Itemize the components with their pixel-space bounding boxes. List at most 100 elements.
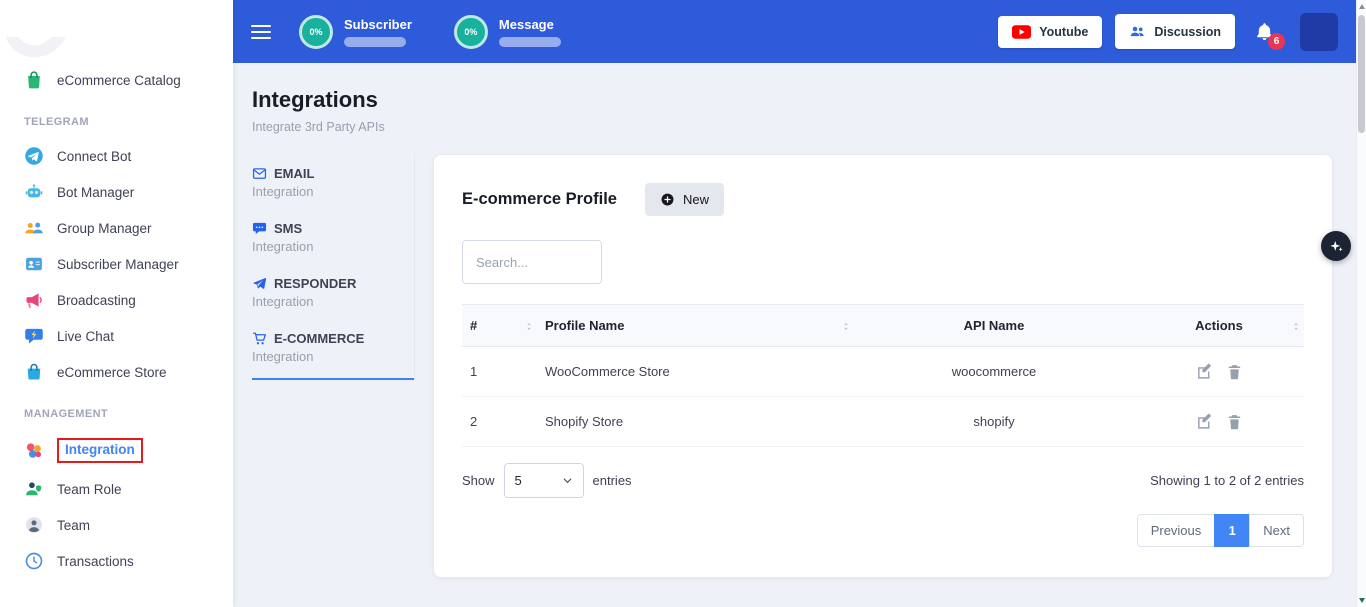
page-1-button[interactable]: 1: [1214, 514, 1250, 547]
integration-nav-subtitle: Integration: [252, 349, 414, 364]
trash-icon: [1226, 363, 1243, 380]
trash-icon: [1226, 413, 1243, 430]
api-name-cell: woocommerce: [854, 348, 1134, 395]
sidebar-item-transactions[interactable]: Transactions: [0, 543, 233, 579]
app-root: eCommerce Catalog TELEGRAM Connect Bot B…: [0, 0, 1366, 607]
sort-icon[interactable]: [1291, 320, 1302, 333]
next-page-button[interactable]: Next: [1249, 514, 1304, 547]
message-progress-circle: 0%: [454, 15, 488, 49]
sidebar-item-label: Broadcasting: [57, 293, 136, 308]
edit-button[interactable]: [1196, 363, 1213, 380]
sidebar-item-label: Transactions: [57, 554, 134, 569]
sidebar-section-management: MANAGEMENT: [24, 408, 209, 420]
scroll-down-arrow[interactable]: [1357, 594, 1366, 607]
table-header-row: # Profile Name API Name Actions: [462, 304, 1304, 347]
edit-button[interactable]: [1196, 413, 1213, 430]
team-person-icon: [24, 515, 44, 535]
delete-button[interactable]: [1226, 413, 1243, 430]
integration-nav-subtitle: Integration: [252, 239, 414, 254]
new-profile-button[interactable]: New: [645, 183, 724, 216]
sparkle-icon: [1329, 239, 1344, 254]
integration-nav-sms[interactable]: SMS Integration: [252, 221, 414, 276]
telegram-icon: [24, 146, 44, 166]
scrollbar-thumb[interactable]: [1358, 15, 1365, 133]
sidebar: eCommerce Catalog TELEGRAM Connect Bot B…: [0, 0, 233, 607]
avatar[interactable]: [1300, 13, 1338, 51]
page-size-select[interactable]: 5: [504, 463, 584, 498]
sidebar-item-label: Team: [57, 518, 90, 533]
showing-entries-text: Showing 1 to 2 of 2 entries: [1150, 473, 1304, 488]
email-icon: [252, 166, 267, 181]
actions-cell: [1134, 397, 1304, 446]
integration-nav-responder[interactable]: RESPONDER Integration: [252, 276, 414, 331]
profile-name-cell: Shopify Store: [537, 398, 854, 445]
sidebar-item-team-role[interactable]: Team Role: [0, 471, 233, 507]
pagination: Previous 1 Next: [462, 514, 1304, 547]
sms-icon: [252, 221, 267, 236]
integration-nav-title: EMAIL: [274, 166, 314, 181]
show-label: Show: [462, 473, 495, 488]
person-shield-icon: [24, 479, 44, 499]
sort-icon[interactable]: [841, 320, 852, 333]
main-content: Integrations Integrate 3rd Party APIs EM…: [233, 63, 1356, 607]
column-header-api-name[interactable]: API Name: [854, 305, 1134, 346]
notification-badge: 6: [1268, 33, 1285, 50]
sidebar-item-label: eCommerce Catalog: [57, 73, 181, 88]
subscriber-stat-skeleton: [344, 37, 406, 47]
edit-icon: [1196, 363, 1213, 380]
discussion-button[interactable]: Discussion: [1115, 14, 1235, 49]
message-stat-label: Message: [499, 17, 561, 32]
notifications-button[interactable]: 6: [1254, 21, 1275, 42]
message-stat-skeleton: [499, 37, 561, 47]
edit-icon: [1196, 413, 1213, 430]
subscriber-stat: 0% Subscriber: [299, 15, 412, 49]
sidebar-item-label: Live Chat: [57, 329, 114, 344]
api-name-cell: shopify: [854, 398, 1134, 445]
sidebar-item-team[interactable]: Team: [0, 507, 233, 543]
sort-icon[interactable]: [524, 320, 535, 333]
column-header-num[interactable]: #: [462, 305, 537, 346]
column-header-actions[interactable]: Actions: [1134, 305, 1304, 346]
delete-button[interactable]: [1226, 363, 1243, 380]
scroll-up-arrow[interactable]: [1357, 0, 1366, 13]
sidebar-item-ecommerce-store[interactable]: eCommerce Store: [0, 354, 233, 390]
subscriber-progress-circle: 0%: [299, 15, 333, 49]
cart-icon: [252, 331, 267, 346]
integration-nav-subtitle: Integration: [252, 184, 414, 199]
sidebar-item-broadcasting[interactable]: Broadcasting: [0, 282, 233, 318]
previous-page-button[interactable]: Previous: [1137, 514, 1216, 547]
new-button-label: New: [683, 192, 709, 207]
integration-nav-ecommerce[interactable]: E-COMMERCE Integration: [252, 331, 414, 380]
paper-plane-icon: [252, 276, 267, 291]
sidebar-item-label: eCommerce Store: [57, 365, 167, 380]
table-row: 1 WooCommerce Store woocommerce: [462, 347, 1304, 397]
integration-nav-subtitle: Integration: [252, 294, 414, 309]
robot-icon: [24, 182, 44, 202]
app-logo: [0, 0, 233, 62]
search-input[interactable]: [462, 240, 602, 284]
shopping-bag-icon: [24, 70, 44, 90]
sidebar-item-label: Connect Bot: [57, 149, 131, 164]
sidebar-item-ecommerce-catalog[interactable]: eCommerce Catalog: [0, 62, 233, 98]
integration-nav-email[interactable]: EMAIL Integration: [252, 166, 414, 221]
assistant-fab-button[interactable]: [1321, 231, 1351, 261]
ecommerce-profile-card: E-commerce Profile New # Profil: [433, 154, 1333, 578]
subscriber-card-icon: [24, 254, 44, 274]
sidebar-item-integration[interactable]: Integration: [0, 430, 233, 471]
youtube-button-label: Youtube: [1039, 25, 1088, 39]
sidebar-item-connect-bot[interactable]: Connect Bot: [0, 138, 233, 174]
row-number: 1: [462, 348, 537, 395]
sidebar-item-bot-manager[interactable]: Bot Manager: [0, 174, 233, 210]
table-row: 2 Shopify Store shopify: [462, 397, 1304, 447]
sidebar-item-group-manager[interactable]: Group Manager: [0, 210, 233, 246]
store-bag-icon: [24, 362, 44, 382]
sidebar-item-subscriber-manager[interactable]: Subscriber Manager: [0, 246, 233, 282]
youtube-button[interactable]: Youtube: [998, 16, 1102, 48]
column-header-profile-name[interactable]: Profile Name: [537, 305, 854, 346]
page-subtitle: Integrate 3rd Party APIs: [252, 120, 1356, 134]
clock-icon: [24, 551, 44, 571]
profile-name-cell: WooCommerce Store: [537, 348, 854, 395]
hamburger-menu-icon[interactable]: [251, 25, 271, 39]
entries-label: entries: [593, 473, 632, 488]
sidebar-item-live-chat[interactable]: Live Chat: [0, 318, 233, 354]
